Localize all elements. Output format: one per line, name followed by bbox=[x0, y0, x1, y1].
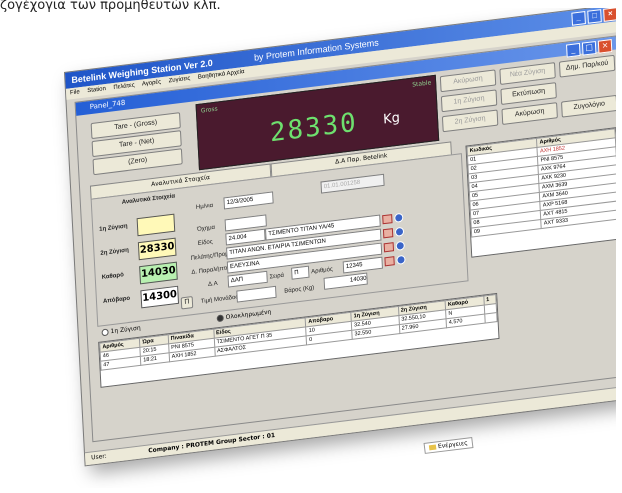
menu-purchases[interactable]: Αγορές bbox=[142, 79, 161, 87]
menu-weighings[interactable]: Ζυγίσεις bbox=[168, 76, 190, 85]
weight-kg-label: Βάρος (Kg) bbox=[284, 285, 315, 295]
close-icon[interactable]: × bbox=[603, 8, 616, 22]
vehicles-grid: Κωδικός Αριθμός 01 ΑΧΗ 1852 02 ΡΝΙ 8575 03… bbox=[465, 127, 616, 258]
taskbar-item[interactable]: Ενέργειες bbox=[423, 437, 474, 454]
print-button[interactable]: Εκτύπωση bbox=[500, 82, 557, 105]
vehicles-table: Κωδικός Αριθμός 01 ΑΧΗ 1852 02 ΡΝΙ 8575 03… bbox=[466, 128, 616, 238]
number-label: Αριθμός bbox=[311, 266, 334, 276]
second-weigh-label: 2η Ζύγιση bbox=[100, 247, 130, 257]
print-slip-button[interactable]: Δημ. Παρ/κού bbox=[558, 54, 616, 78]
menu-aux-files[interactable]: Βοηθητικά Αρχεία bbox=[198, 69, 245, 81]
display-weight-value: 28330 bbox=[269, 107, 359, 149]
tare-weight-field[interactable]: 14300 bbox=[140, 285, 180, 309]
panel-close-icon[interactable]: × bbox=[597, 39, 613, 54]
first-weigh-label: 1η Ζύγιση bbox=[99, 223, 128, 233]
menu-station[interactable]: Station bbox=[87, 86, 106, 94]
second-weigh-field[interactable]: 28330 bbox=[137, 237, 177, 261]
status-user-label: User: bbox=[91, 452, 107, 462]
date-label: Ημ/νια bbox=[195, 202, 214, 211]
item-label: Είδος bbox=[197, 239, 213, 247]
radio-selected-icon bbox=[216, 314, 224, 323]
main-window-frame: Betelink Weighing Station Ver 2.0 by Pro… bbox=[64, 8, 616, 467]
panel-title: Panel_748 bbox=[89, 98, 126, 112]
series-field[interactable]: Π bbox=[291, 265, 310, 280]
display-mode-label: Gross bbox=[200, 105, 218, 115]
vehicle-label: Όχημα bbox=[196, 224, 216, 233]
menu-clients[interactable]: Πελάτες bbox=[113, 82, 134, 91]
unit-price-field[interactable] bbox=[236, 285, 277, 303]
client-clear-icon[interactable] bbox=[382, 228, 394, 239]
number-lookup-icon[interactable] bbox=[396, 254, 406, 265]
status-company: Company : PROTEM Group Sector : 01 bbox=[148, 431, 276, 455]
display-status: Stable bbox=[412, 79, 432, 89]
series-label: Σειρά bbox=[269, 272, 285, 281]
client-lookup-icon[interactable] bbox=[394, 226, 405, 237]
da-label: Δ.Α bbox=[207, 280, 218, 289]
menu-file[interactable]: File bbox=[70, 89, 80, 96]
radio-completed-label: Ολοκληρωμένη bbox=[225, 308, 272, 322]
section-title: Αναλυτικά Στοιχεία bbox=[121, 193, 176, 206]
first-weigh-field[interactable] bbox=[136, 213, 176, 237]
net-weight-field[interactable]: 14030 bbox=[139, 261, 178, 285]
minimize-icon[interactable]: _ bbox=[571, 11, 586, 26]
recipient-clear-icon[interactable] bbox=[383, 242, 395, 253]
da-field[interactable]: ΔΑΠ bbox=[227, 270, 268, 288]
panel-minimize-icon[interactable]: _ bbox=[566, 42, 581, 58]
new-weigh-button[interactable]: Νέα Ζύγιση bbox=[499, 62, 556, 85]
radio-first-weigh[interactable]: 1η Ζύγιση bbox=[101, 324, 141, 337]
date-field[interactable]: 12/3/2005 bbox=[223, 191, 274, 210]
net-weight-label: Καθαρό bbox=[101, 272, 124, 281]
log-cell[interactable]: 18:21 bbox=[140, 352, 170, 366]
display-unit: Kg bbox=[382, 110, 401, 128]
unit-price-label: Τιμή Μονάδος bbox=[200, 294, 239, 306]
application-window: Betelink Weighing Station Ver 2.0 by Pro… bbox=[64, 8, 616, 467]
log-cell[interactable] bbox=[484, 312, 498, 324]
scale-log-button[interactable]: Ζυγολόγιο bbox=[561, 94, 616, 118]
radio-first-weigh-label: 1η Ζύγιση bbox=[110, 324, 141, 336]
cancel-button[interactable]: Ακύρωση bbox=[439, 69, 497, 93]
tare-weight-label: Απόβαρο bbox=[102, 295, 131, 305]
second-weigh-button[interactable]: 2η Ζύγιση bbox=[441, 109, 499, 133]
first-weigh-button[interactable]: 1η Ζύγιση bbox=[440, 89, 498, 113]
tare-save-button[interactable]: Π bbox=[180, 295, 194, 310]
taskbar-item-label: Ενέργειες bbox=[437, 439, 469, 451]
maximize-icon[interactable]: □ bbox=[587, 9, 602, 24]
cancel-weigh-button[interactable]: Ακύρωση bbox=[501, 102, 558, 125]
screenshot-stage: Betelink Weighing Station Ver 2.0 by Pro… bbox=[4, 8, 616, 488]
item-lookup-icon[interactable] bbox=[394, 212, 404, 223]
code-field[interactable]: 01.01.001258 bbox=[320, 173, 385, 194]
recipient-lookup-icon[interactable] bbox=[395, 240, 405, 251]
folder-icon bbox=[428, 444, 437, 451]
number-clear-icon[interactable] bbox=[384, 256, 395, 267]
item-clear-icon[interactable] bbox=[382, 214, 393, 225]
weighing-panel: Panel_748 _ □ × Tare - (Gross) Tare - (N… bbox=[74, 35, 616, 443]
radio-circle-icon bbox=[101, 328, 109, 337]
client-label: Πελάτης/Προμ. bbox=[190, 251, 231, 262]
number-field[interactable]: 12345 bbox=[342, 256, 383, 274]
weight-kg-field[interactable]: 14030 bbox=[323, 272, 368, 290]
panel-maximize-icon[interactable]: □ bbox=[581, 40, 597, 56]
